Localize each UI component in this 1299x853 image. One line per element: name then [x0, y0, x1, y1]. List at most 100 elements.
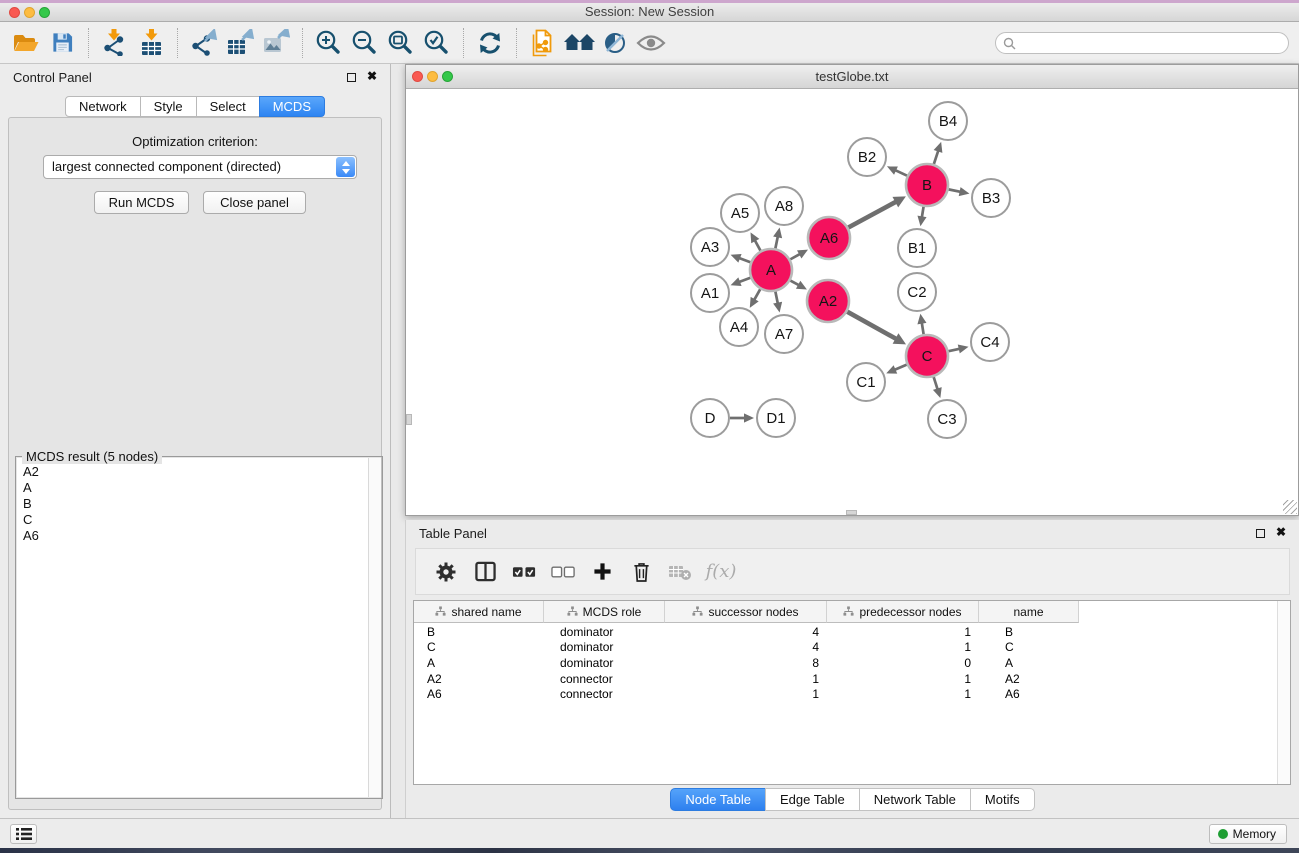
- result-item[interactable]: A6: [23, 528, 381, 544]
- zoom-fit-button[interactable]: [383, 26, 419, 60]
- table-row[interactable]: Bdominator41B: [414, 624, 1277, 640]
- import-table-button[interactable]: [133, 26, 169, 60]
- network-from-document-button[interactable]: [525, 26, 561, 60]
- column-header-successor-nodes[interactable]: successor nodes: [665, 601, 827, 623]
- export-table-button[interactable]: [222, 26, 258, 60]
- close-panel-icon[interactable]: ✖: [367, 69, 377, 83]
- tab-edge-table[interactable]: Edge Table: [765, 788, 860, 811]
- table-row[interactable]: Adominator80A: [414, 655, 1277, 671]
- minimize-network-window-button[interactable]: [427, 71, 438, 82]
- canvas-vscroll-thumb[interactable]: [406, 414, 412, 425]
- import-network-button[interactable]: [97, 26, 133, 60]
- result-scrollbar[interactable]: [368, 458, 381, 797]
- column-header-predecessor-nodes[interactable]: predecessor nodes: [827, 601, 979, 623]
- table-row[interactable]: A6connector11A6: [414, 686, 1277, 702]
- network-window-controls[interactable]: [412, 71, 453, 82]
- edge-A6-B[interactable]: [848, 201, 897, 227]
- network-window-titlebar[interactable]: testGlobe.txt: [406, 65, 1298, 89]
- table-cell: 8: [665, 656, 827, 670]
- column-header-name[interactable]: name: [979, 601, 1079, 623]
- result-item[interactable]: A2: [23, 464, 381, 480]
- edge-C-C3[interactable]: [934, 377, 938, 390]
- minimize-window-button[interactable]: [24, 7, 35, 18]
- node-table-scrollbar[interactable]: [1277, 601, 1290, 784]
- edge-B-B4[interactable]: [934, 150, 939, 165]
- window-controls[interactable]: [9, 7, 50, 18]
- column-sort-icon: [692, 606, 703, 617]
- memory-button[interactable]: Memory: [1209, 824, 1287, 844]
- save-session-button[interactable]: [44, 26, 80, 60]
- tab-motifs[interactable]: Motifs: [970, 788, 1035, 811]
- close-panel-button[interactable]: Close panel: [203, 191, 306, 214]
- edge-arrowhead: [959, 187, 970, 196]
- edge-B-B2[interactable]: [894, 170, 907, 176]
- tab-style[interactable]: Style: [140, 96, 197, 117]
- create-column-button[interactable]: [589, 559, 615, 585]
- graphics-details-button[interactable]: [597, 26, 633, 60]
- task-history-button[interactable]: [10, 824, 37, 844]
- result-item[interactable]: A: [23, 480, 381, 496]
- zoom-network-window-button[interactable]: [442, 71, 453, 82]
- close-window-button[interactable]: [9, 7, 20, 18]
- column-header-MCDS-role[interactable]: MCDS role: [544, 601, 665, 623]
- deselect-all-columns-button[interactable]: [550, 559, 576, 585]
- result-item[interactable]: C: [23, 512, 381, 528]
- zoom-window-button[interactable]: [39, 7, 50, 18]
- zoom-in-button[interactable]: [311, 26, 347, 60]
- table-cell: 4: [665, 625, 827, 639]
- search-icon: [1003, 37, 1016, 50]
- home-views-button[interactable]: [561, 26, 597, 60]
- float-panel-icon[interactable]: [347, 73, 356, 82]
- delete-column-button[interactable]: [628, 559, 654, 585]
- tab-network[interactable]: Network: [65, 96, 141, 117]
- edge-A2-C[interactable]: [847, 312, 897, 340]
- export-network-button[interactable]: [186, 26, 222, 60]
- mcds-result-list[interactable]: A2ABCA6: [17, 458, 381, 797]
- optimization-criterion-label: Optimization criterion:: [9, 134, 381, 149]
- export-image-button[interactable]: [258, 26, 294, 60]
- criterion-select[interactable]: largest connected component (directed): [43, 155, 357, 179]
- table-row[interactable]: A2connector11A2: [414, 671, 1277, 687]
- search-field[interactable]: [995, 32, 1289, 54]
- tab-network-table[interactable]: Network Table: [859, 788, 971, 811]
- edge-arrowhead: [773, 228, 782, 239]
- tab-select[interactable]: Select: [196, 96, 260, 117]
- show-columns-button[interactable]: [472, 559, 498, 585]
- network-canvas[interactable]: B4B2BB3A8A5A6A3B1AA1C2A2A4A7C4CC1C3DD1: [406, 89, 1298, 515]
- column-header-label: name: [1013, 605, 1043, 619]
- zoom-selected-button[interactable]: [419, 26, 455, 60]
- search-input[interactable]: [1020, 36, 1288, 50]
- table-cell: C: [414, 640, 544, 654]
- run-mcds-button[interactable]: Run MCDS: [94, 191, 189, 214]
- close-network-window-button[interactable]: [412, 71, 423, 82]
- refresh-button[interactable]: [472, 26, 508, 60]
- mcds-result-group: MCDS result (5 nodes) A2ABCA6: [15, 456, 383, 799]
- window-resize-grip[interactable]: [1283, 500, 1297, 514]
- edge-C-C1[interactable]: [894, 365, 907, 371]
- import-table-icon: [138, 29, 165, 56]
- network-graph[interactable]: B4B2BB3A8A5A6A3B1AA1C2A2A4A7C4CC1C3DD1: [406, 89, 1298, 515]
- edge-A-A4[interactable]: [754, 289, 761, 301]
- gear-icon: [435, 561, 457, 583]
- result-item[interactable]: B: [23, 496, 381, 512]
- float-table-panel-icon[interactable]: [1256, 529, 1265, 538]
- table-panel-title: Table Panel: [419, 526, 487, 541]
- select-stepper-icon[interactable]: [336, 157, 355, 177]
- function-builder-button[interactable]: f(x): [706, 559, 732, 585]
- column-header-shared-name[interactable]: shared name: [414, 601, 544, 623]
- table-row[interactable]: Cdominator41C: [414, 640, 1277, 656]
- select-all-columns-button[interactable]: [511, 559, 537, 585]
- columns-icon: [475, 561, 496, 582]
- delete-table-button[interactable]: [667, 559, 693, 585]
- canvas-hscroll-thumb[interactable]: [846, 510, 857, 515]
- tab-mcds[interactable]: MCDS: [259, 96, 325, 117]
- node-label-C4: C4: [980, 334, 999, 351]
- close-table-panel-icon[interactable]: ✖: [1276, 525, 1286, 539]
- table-settings-button[interactable]: [433, 559, 459, 585]
- show-hide-eye-button[interactable]: [633, 26, 669, 60]
- open-session-button[interactable]: [8, 26, 44, 60]
- toolbar-separator: [177, 28, 178, 58]
- zoom-out-button[interactable]: [347, 26, 383, 60]
- toolbar-separator: [302, 28, 303, 58]
- tab-node-table[interactable]: Node Table: [670, 788, 766, 811]
